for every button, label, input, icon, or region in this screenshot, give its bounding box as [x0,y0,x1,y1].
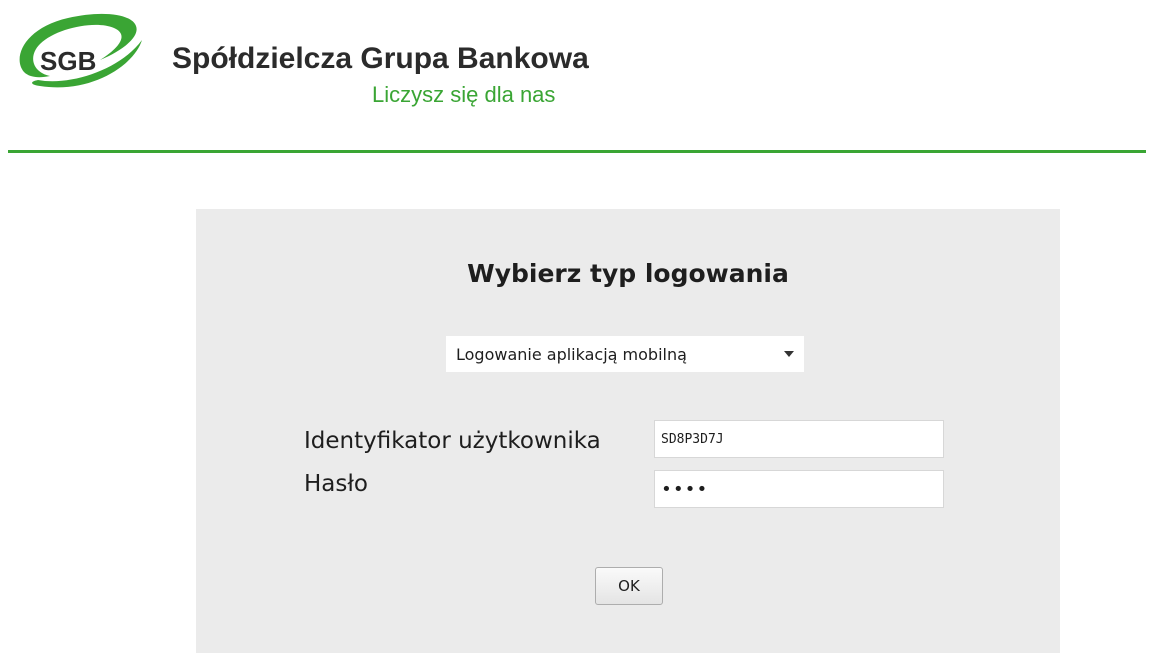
password-input[interactable] [654,470,944,508]
sgb-logo: SGB [10,10,150,100]
login-panel: Wybierz typ logowania Logowanie aplikacj… [196,209,1060,653]
ok-button[interactable]: OK [595,567,663,605]
password-label: Hasło [304,471,368,497]
login-type-value: Logowanie aplikacją mobilną [456,344,687,364]
brand-slogan: Liczysz się dla nas [372,82,556,107]
login-title: Wybierz typ logowania [467,259,789,288]
login-type-select[interactable]: Logowanie aplikacją mobilną [446,336,804,372]
user-id-input[interactable] [654,420,944,458]
user-id-label: Identyfikator użytkownika [304,428,601,454]
chevron-down-icon [784,351,794,357]
login-page: SGB Spółdzielcza Grupa Bankowa Liczysz s… [0,0,1152,666]
header-divider [8,150,1146,153]
brand-name: Spółdzielcza Grupa Bankowa [172,42,589,75]
svg-text:SGB: SGB [40,46,96,76]
